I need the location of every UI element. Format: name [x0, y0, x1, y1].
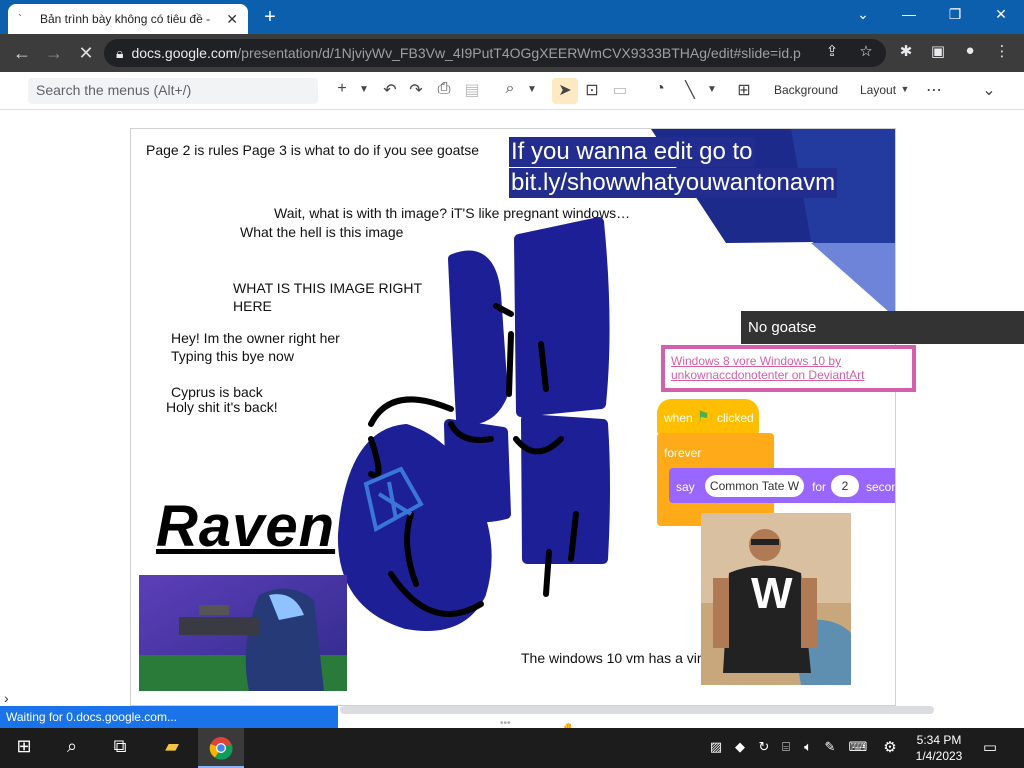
new-slide-icon[interactable]: +: [330, 80, 354, 98]
redo-icon[interactable]: ↷: [404, 80, 428, 100]
deviantart-link-line-2[interactable]: unkownaccdonotenter on DeviantArt: [671, 368, 864, 382]
image-icon[interactable]: ▭: [608, 80, 632, 100]
scratch-message-input[interactable]: Common Tate W: [705, 475, 804, 497]
new-slide-dropdown-icon[interactable]: ▼: [352, 84, 376, 95]
layout-button[interactable]: Layout: [860, 83, 896, 97]
forward-icon[interactable]: →: [38, 43, 70, 64]
layout-dropdown-icon[interactable]: ▼: [893, 84, 917, 94]
notification-icon[interactable]: ▭: [974, 738, 1006, 756]
side-panel-icon[interactable]: ▣: [926, 42, 950, 60]
stop-loading-icon[interactable]: ✕: [70, 43, 102, 64]
tab-title: Bản trình bày không có tiêu đề -: [40, 12, 211, 26]
windows-taskbar: ⊞ ⌕ ⧉ ▰ ▨ ◆ ↻ ⌸ 🔈︎ ✎ ⌨ ⚙ ▭: [0, 728, 1024, 768]
profile-icon[interactable]: ●: [958, 42, 982, 59]
address-bar[interactable]: 🔒︎ docs.google.com/presentation/d/1Njviy…: [104, 39, 886, 67]
horizontal-scrollbar[interactable]: [340, 706, 934, 714]
photo-w-letter: W: [751, 569, 793, 618]
no-goatse-label[interactable]: No goatse: [741, 311, 1024, 344]
cyprus-text[interactable]: Cyprus is back: [171, 384, 263, 400]
slide[interactable]: Page 2 is rules Page 3 is what to do if …: [130, 128, 896, 706]
paint-format-icon[interactable]: ▤: [460, 80, 484, 100]
minimize-button[interactable]: —: [886, 6, 932, 22]
bookmark-star-icon[interactable]: ☆: [854, 42, 878, 60]
chrome-taskbar-button[interactable]: [198, 728, 244, 768]
back-icon[interactable]: ←: [6, 43, 38, 64]
slides-toolbar: Search the menus (Alt+/) + ▼ ↶ ↷ ⎙ ▤ ⌕ ▼…: [0, 72, 1024, 110]
tab-search-icon[interactable]: ⌄: [840, 6, 886, 23]
owner-text-2[interactable]: Typing this bye now: [171, 348, 294, 364]
extensions-icon[interactable]: ✱: [894, 42, 918, 60]
owner-text-1[interactable]: Hey! Im the owner right her: [171, 330, 340, 346]
scratch-say-text: say: [676, 480, 695, 494]
maximize-button[interactable]: ❐: [932, 6, 978, 23]
url-host: docs.google.com: [131, 45, 238, 61]
comment-icon[interactable]: ⊞: [732, 80, 756, 100]
scratch-for-text: for: [812, 480, 827, 494]
pages-text[interactable]: Page 2 is rules Page 3 is what to do if …: [146, 142, 479, 158]
browser-titlebar: ` Bản trình bày không có tiêu đề - ✕ + ⌄…: [0, 0, 1024, 34]
clock-date: 1/4/2023: [915, 749, 963, 763]
banner-line-2[interactable]: bit.ly/showwhatyouwantonavm: [509, 168, 838, 198]
browser-menu-icon[interactable]: ⋮: [990, 42, 1014, 60]
file-explorer-icon[interactable]: ▰: [156, 736, 188, 757]
settings-gear-icon[interactable]: ⚙: [874, 738, 906, 756]
collapse-toolbar-icon[interactable]: ⌄: [977, 80, 1001, 100]
deviantart-link-line-1[interactable]: Windows 8 vore Windows 10 by: [671, 354, 841, 368]
banner-line-1[interactable]: If you wanna edit go to: [509, 137, 755, 167]
deviantart-link-box[interactable]: Windows 8 vore Windows 10 by unkownaccdo…: [661, 345, 916, 392]
task-view-icon[interactable]: ⧉: [104, 736, 136, 757]
holy-text[interactable]: Holy shit it's back!: [166, 399, 278, 415]
scratch-forever-text: forever: [664, 446, 702, 460]
print-icon[interactable]: ⎙: [432, 80, 456, 98]
virus-text[interactable]: The windows 10 vm has a virus: [521, 650, 716, 666]
loading-status: Waiting for 0.docs.google.com...: [0, 706, 338, 728]
lock-icon: 🔒︎: [116, 44, 124, 61]
scratch-seconds-input[interactable]: 2: [831, 475, 859, 497]
zoom-dropdown-icon[interactable]: ▼: [520, 84, 544, 95]
tab-close-icon[interactable]: ✕: [226, 11, 238, 28]
share-icon[interactable]: ⇪: [820, 42, 844, 60]
keyboard-icon[interactable]: ⌨: [842, 739, 874, 755]
scratch-seconds-text: seconds: [866, 480, 895, 494]
undo-icon[interactable]: ↶: [378, 80, 402, 100]
search-icon[interactable]: ⌕: [56, 736, 88, 757]
line-dropdown-icon[interactable]: ▼: [700, 84, 724, 95]
side-expand-icon[interactable]: ›: [4, 690, 9, 706]
background-button[interactable]: Background: [774, 83, 838, 97]
raven-image[interactable]: [139, 575, 347, 691]
raven-title[interactable]: Raven: [156, 493, 335, 560]
menu-search-input[interactable]: Search the menus (Alt+/): [28, 78, 318, 104]
text-box-icon[interactable]: ⊡: [580, 80, 604, 100]
clock-time: 5:34 PM: [916, 733, 962, 747]
what-image-text-2[interactable]: HERE: [233, 298, 272, 314]
url-path: /presentation/d/1NjviyWv_FB3Vw_4I9PutT4O…: [237, 45, 801, 61]
windows-drawing[interactable]: [331, 214, 621, 644]
scratch-clicked-text: clicked: [717, 411, 754, 425]
shape-icon[interactable]: ◔: [648, 80, 672, 98]
close-window-button[interactable]: ✕: [978, 6, 1024, 23]
system-clock[interactable]: 5:34 PM 1/4/2023: [908, 732, 970, 764]
new-tab-button[interactable]: +: [258, 6, 282, 29]
chrome-icon: [209, 737, 233, 760]
scratch-when-text: when: [664, 411, 693, 425]
browser-tab[interactable]: ` Bản trình bày không có tiêu đề - ✕: [8, 4, 248, 34]
start-icon[interactable]: ⊞: [8, 736, 40, 757]
green-flag-icon: ⚑: [697, 408, 710, 424]
more-options-icon[interactable]: ⋯: [922, 80, 946, 100]
select-cursor-icon: ➤: [558, 82, 572, 99]
tab-favicon-icon: `: [18, 12, 22, 26]
zoom-icon[interactable]: ⌕: [498, 80, 522, 98]
line-icon[interactable]: ╲: [678, 80, 702, 100]
